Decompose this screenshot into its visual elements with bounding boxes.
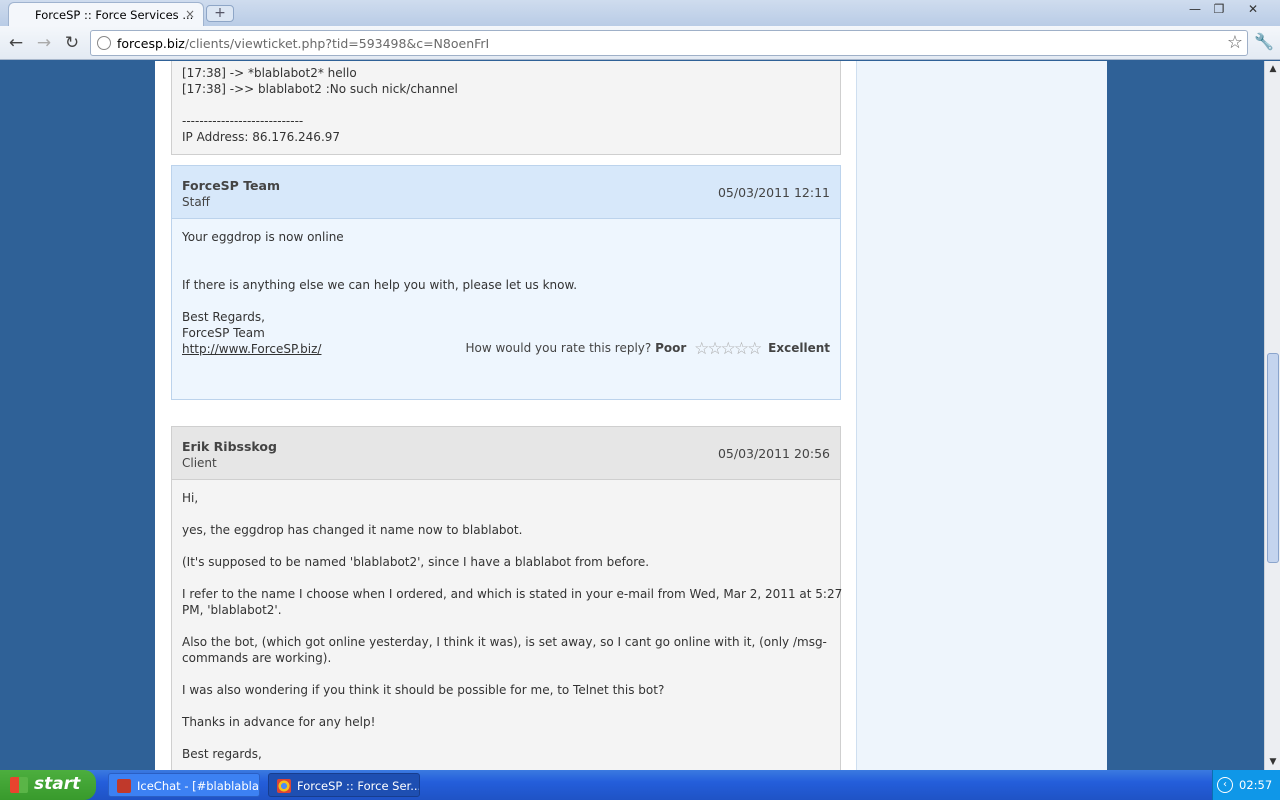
scrollbar-thumb[interactable] — [1267, 353, 1279, 563]
staff-reply-body: Your eggdrop is now online If there is a… — [171, 219, 841, 400]
message-line: I was also wondering if you think it sho… — [182, 683, 665, 697]
reply-date: 05/03/2011 20:56 — [717, 446, 830, 461]
tab-forcesp[interactable]: ForceSP :: Force Services ... × — [8, 2, 204, 26]
restore-button[interactable]: ❐ — [1208, 2, 1230, 18]
message-line: Also the bot, (which got online yesterda… — [182, 635, 827, 649]
system-tray: ‹ 02:57 — [1212, 770, 1280, 800]
back-icon[interactable]: ← — [5, 32, 27, 54]
message-line: Your eggdrop is now online — [182, 230, 344, 244]
staff-reply-header: ForceSP Team Staff 05/03/2011 12:11 — [171, 165, 841, 219]
page-content: [17:38] -> *blablabot2* hello [17:38] ->… — [155, 61, 1107, 770]
tab-close-icon[interactable]: × — [185, 7, 195, 21]
taskbar-item-icechat[interactable]: IceChat - [#blablabla... — [108, 773, 260, 797]
tray-chevron-icon[interactable]: ‹ — [1217, 777, 1233, 793]
minimize-button[interactable]: — — [1184, 2, 1206, 18]
taskbar-item-label: IceChat - [#blablabla... — [137, 779, 260, 793]
scroll-down-icon[interactable]: ▼ — [1266, 755, 1280, 769]
scroll-up-icon[interactable]: ▲ — [1266, 62, 1280, 76]
message-line: ---------------------------- — [182, 114, 304, 128]
globe-icon — [97, 36, 111, 50]
windows-taskbar: start IceChat - [#blablabla... ForceSP :… — [0, 770, 1280, 800]
browser-titlebar: ForceSP :: Force Services ... × + — ❐ ✕ — [0, 0, 1280, 26]
clock: 02:57 — [1239, 778, 1273, 792]
previous-message-body: [17:38] -> *blablabot2* hello [17:38] ->… — [171, 61, 841, 155]
message-line: PM, 'blablabot2'. — [182, 603, 282, 617]
message-line: [17:38] -> *blablabot2* hello — [182, 66, 357, 80]
url-domain: forcesp.biz — [117, 36, 185, 51]
tab-title: ForceSP :: Force Services ... — [35, 8, 194, 22]
message-line: Hi, — [182, 491, 199, 505]
forward-icon[interactable]: → — [33, 32, 55, 54]
right-sidebar — [856, 61, 1107, 770]
icechat-icon — [117, 779, 131, 793]
reply-date: 05/03/2011 12:11 — [717, 185, 830, 200]
address-bar[interactable]: forcesp.biz/clients/viewticket.php?tid=5… — [90, 30, 1248, 56]
message-line: IP Address: 86.176.246.97 — [182, 130, 341, 144]
message-line: commands are working). — [182, 651, 332, 665]
client-reply-header: Erik Ribsskog Client 05/03/2011 20:56 — [171, 426, 841, 480]
message-line: I refer to the name I choose when I orde… — [182, 587, 843, 601]
message-line: [17:38] ->> blablabot2 :No such nick/cha… — [182, 82, 458, 96]
chrome-icon — [277, 779, 291, 793]
new-tab-button[interactable]: + — [206, 5, 234, 22]
windows-logo-icon — [10, 777, 28, 793]
url-path: /clients/viewticket.php?tid=593498&c=N8o… — [184, 36, 490, 51]
message-line: If there is anything else we can help yo… — [182, 278, 578, 292]
message-line: Best Regards, — [182, 310, 265, 324]
start-label: start — [34, 774, 81, 794]
message-line: yes, the eggdrop has changed it name now… — [182, 523, 523, 537]
wrench-icon[interactable]: 🔧 — [1254, 32, 1274, 51]
close-window-button[interactable]: ✕ — [1242, 2, 1264, 18]
reload-icon[interactable]: ↻ — [61, 32, 83, 54]
rating-prompt: How would you rate this reply? — [465, 341, 652, 355]
message-line: Thanks in advance for any help! — [182, 715, 376, 729]
taskbar-item-chrome[interactable]: ForceSP :: Force Ser... — [268, 773, 420, 797]
client-reply-body: Hi, yes, the eggdrop has changed it name… — [171, 480, 843, 770]
taskbar-item-label: ForceSP :: Force Ser... — [297, 779, 420, 793]
rating-low-label: Poor — [655, 341, 687, 355]
browser-toolbar: ← → ↻ forcesp.biz/clients/viewticket.php… — [0, 26, 1280, 60]
rating-high-label: Excellent — [768, 341, 830, 355]
message-line — [182, 97, 830, 113]
page-viewport: [17:38] -> *blablabot2* hello [17:38] ->… — [0, 61, 1264, 770]
message-line: Best regards, — [182, 747, 262, 761]
reply-rating: How would you rate this reply? Poor ☆☆☆☆… — [466, 339, 831, 359]
rating-stars-icon[interactable]: ☆☆☆☆☆ — [694, 339, 762, 359]
start-button[interactable]: start — [0, 770, 96, 800]
forcesp-link[interactable]: http://www.ForceSP.biz/ — [182, 342, 321, 356]
bookmark-star-icon[interactable]: ☆ — [1227, 32, 1243, 53]
page-scrollbar[interactable]: ▲ ▼ — [1264, 61, 1280, 770]
message-line: (It's supposed to be named 'blablabot2',… — [182, 555, 650, 569]
